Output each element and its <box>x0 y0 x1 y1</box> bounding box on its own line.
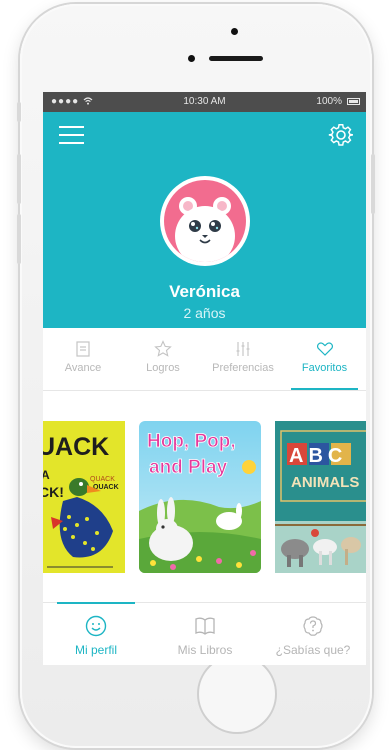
avatar[interactable] <box>160 176 250 266</box>
battery-icon <box>347 98 360 105</box>
book-cover-quack[interactable]: UACK A CK! QUACK QUACK <box>43 421 125 573</box>
proximity-sensor <box>231 28 238 35</box>
volume-up-button <box>17 154 21 204</box>
svg-text:CK!: CK! <box>43 484 64 500</box>
tab-label: Avance <box>64 362 102 374</box>
sliders-icon <box>236 342 250 356</box>
nav-label: Mis Libros <box>177 643 233 657</box>
earpiece-speaker <box>209 56 263 61</box>
svg-text:and Play: and Play <box>149 457 228 478</box>
nav-label: Mi perfil <box>74 643 117 657</box>
nav-mis-libros[interactable]: Mis Libros <box>161 603 249 665</box>
tab-label: Logros <box>146 362 180 374</box>
heart-icon <box>316 342 333 356</box>
svg-text:QUACK: QUACK <box>90 476 115 483</box>
app-screen: ●●●● 10:30 AM 100% Verónica 2 años Avanc… <box>43 92 366 665</box>
gear-icon[interactable] <box>328 122 354 148</box>
profile-name: Verónica <box>169 282 240 301</box>
hamburger-menu-icon[interactable] <box>59 126 84 144</box>
profile-tabs: Avance Logros Preferencias Favoritos <box>43 328 366 391</box>
nav-mi-perfil[interactable]: Mi perfil <box>57 602 135 665</box>
nav-sabias-que[interactable]: ¿Sabías que? <box>265 603 361 665</box>
book-title: Hop, Pop, <box>147 431 236 452</box>
nav-label: ¿Sabías que? <box>275 643 351 657</box>
chart-icon <box>76 341 90 357</box>
book-title: UACK <box>43 433 109 461</box>
battery-percent: 100% <box>316 96 342 107</box>
smile-icon <box>85 615 107 637</box>
profile-age: 2 años <box>183 305 226 321</box>
tab-avance[interactable]: Avance <box>43 328 123 390</box>
book-icon <box>195 617 215 635</box>
power-button <box>371 154 375 214</box>
tab-preferencias[interactable]: Preferencias <box>203 328 283 390</box>
front-camera <box>188 55 195 62</box>
tab-label: Preferencias <box>212 362 274 374</box>
active-tab-indicator <box>291 388 358 390</box>
profile-header: Verónica 2 años <box>43 112 366 328</box>
question-icon <box>303 616 323 636</box>
favorite-books-carousel[interactable]: UACK A CK! QUACK QUACK Hop, Pop, and Pla… <box>43 392 366 592</box>
home-button[interactable] <box>197 654 277 734</box>
status-bar: ●●●● 10:30 AM 100% <box>43 92 366 112</box>
bear-avatar-image <box>164 180 246 262</box>
active-nav-indicator <box>57 602 135 604</box>
tab-label: Favoritos <box>301 362 348 374</box>
mute-switch <box>17 102 21 122</box>
book-cover-hop-pop-play[interactable]: Hop, Pop, and Play <box>139 421 261 573</box>
svg-text:ANIMALS: ANIMALS <box>291 474 359 491</box>
star-icon <box>154 340 172 357</box>
tab-favoritos[interactable]: Favoritos <box>283 328 366 390</box>
bottom-navigation: Mi perfil Mis Libros ¿Sabías que? <box>43 602 366 665</box>
book-title: ABC <box>289 445 347 467</box>
tab-logros[interactable]: Logros <box>123 328 203 390</box>
book-cover-abc-animals[interactable]: ABC ANIMALS <box>275 421 366 573</box>
svg-text:A: A <box>43 468 50 482</box>
volume-down-button <box>17 214 21 264</box>
